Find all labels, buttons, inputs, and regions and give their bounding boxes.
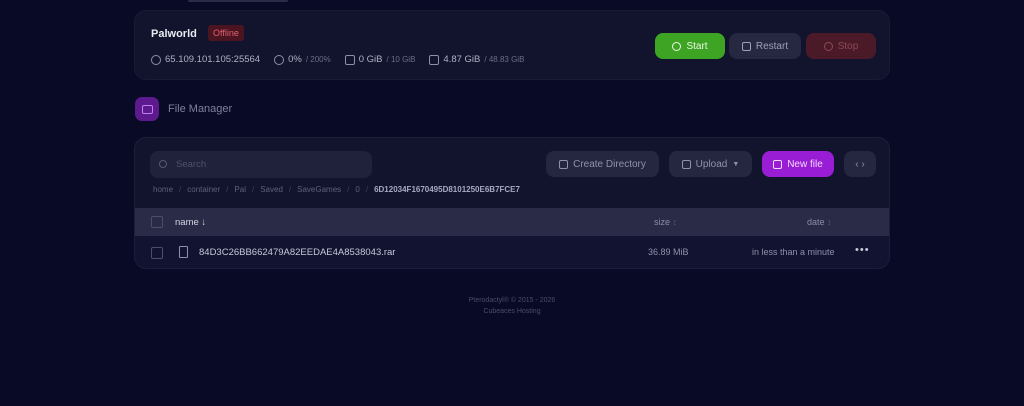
folder-icon [135,97,159,121]
row-checkbox[interactable] [151,247,163,259]
file-icon [179,246,188,258]
restart-label: Restart [755,40,789,52]
footer-copyright[interactable]: Pterodactyl® © 2015 - 2026 [0,295,1024,306]
breadcrumb-item-container[interactable]: container [187,185,220,194]
stop-button[interactable]: Stop [806,33,876,59]
server-stats: 65.109.101.105:25564 0% / 200% 0 GiB / 1… [151,54,524,65]
file-size: 36.89 MiB [648,247,689,257]
disk-limit: / 48.83 GiB [484,55,525,64]
upload-icon [681,159,691,169]
file-date: in less than a minute [752,247,835,257]
upload-button[interactable]: Upload ▼ [669,151,752,177]
column-date[interactable]: date ↕ [807,217,832,227]
breadcrumb-item-0[interactable]: 0 [355,185,359,194]
play-icon [672,41,682,51]
breadcrumb-separator: / [347,185,350,194]
restart-icon [741,41,751,51]
new-file-label: New file [787,158,823,170]
breadcrumb-separator: / [179,185,182,194]
breadcrumb-item-current: 6D12034F1670495D8101250E6B7FCE7 [374,185,520,194]
breadcrumb: home / container / Pal / Saved / SaveGames / … [153,185,520,194]
address-value: 65.109.101.105:25564 [165,54,261,65]
more-options-icon[interactable]: ••• [855,244,870,256]
breadcrumb-separator: / [226,185,229,194]
memory-limit: / 10 GiB [386,55,416,64]
table-row[interactable]: 84D3C26BB662479A82EEDAE4A8538043.rar 36.… [135,236,889,268]
breadcrumb-item-pal[interactable]: Pal [234,185,246,194]
restart-button[interactable]: Restart [729,33,801,59]
column-name[interactable]: name ↓ [175,217,206,228]
file-plus-icon [773,159,783,169]
file-name[interactable]: 84D3C26BB662479A82EEDAE4A8538043.rar [199,247,395,258]
breadcrumb-item-saved[interactable]: Saved [260,185,283,194]
disk-icon [429,54,440,65]
upload-label: Upload [695,158,728,170]
start-label: Start [686,40,708,52]
search-icon [159,160,167,168]
column-size[interactable]: size ↕ [654,217,677,227]
cpu-icon [274,54,285,65]
stop-label: Stop [837,40,859,52]
cpu-stat: 0% / 200% [274,54,331,65]
disk-stat: 4.87 GiB / 48.83 GiB [429,54,524,65]
stop-icon [823,41,833,51]
select-all-checkbox[interactable] [151,216,163,228]
file-manager-panel: Create Directory Upload ▼ New file ‹ › h… [134,137,890,269]
breadcrumb-separator: / [251,185,255,194]
footer: Pterodactyl® © 2015 - 2026 Cubeaces Host… [0,295,1024,317]
cpu-limit: / 200% [305,55,331,64]
breadcrumb-item-savegames[interactable]: SaveGames [297,185,341,194]
globe-icon [151,54,161,65]
sort-arrow-icon: ↓ [201,217,207,228]
file-manager-header: File Manager [135,97,232,121]
status-badge: Offline [208,25,244,41]
footer-host[interactable]: Cubeaces Hosting [0,306,1024,317]
memory-icon [344,54,355,65]
file-manager-title: File Manager [168,103,233,115]
top-divider [188,0,288,2]
create-directory-button[interactable]: Create Directory [546,151,659,177]
disk-value: 4.87 GiB [443,54,481,65]
chevron-down-icon: ▼ [732,160,740,168]
code-icon: ‹ › [855,158,865,170]
memory-stat: 0 GiB / 10 GiB [344,54,416,65]
breadcrumb-separator: / [365,185,369,194]
cpu-value: 0% [288,54,302,65]
search-input[interactable] [150,151,372,178]
breadcrumb-item-home[interactable]: home [153,185,173,194]
folder-plus-icon [559,159,569,169]
server-name: Palworld [151,28,197,40]
memory-value: 0 GiB [358,54,383,65]
new-file-button[interactable]: New file [762,151,834,177]
start-button[interactable]: Start [655,33,725,59]
create-directory-label: Create Directory [573,158,646,170]
breadcrumb-separator: / [288,185,292,194]
table-header: name ↓ size ↕ date ↕ [135,208,889,236]
code-view-button[interactable]: ‹ › [844,151,876,177]
address-stat: 65.109.101.105:25564 [151,54,260,65]
server-status-card: Palworld Offline 65.109.101.105:25564 0%… [134,10,890,80]
